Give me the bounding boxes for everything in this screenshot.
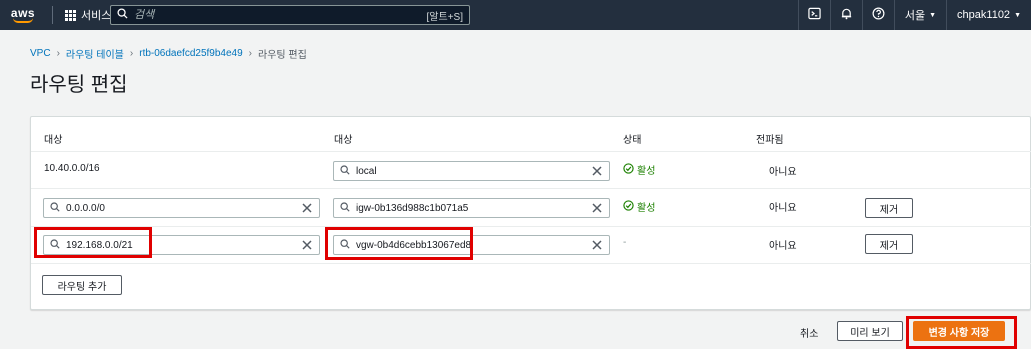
breadcrumb-current: 라우팅 편집 [258, 50, 307, 61]
nav-right-group: 서울 ▼ chpak1102 ▼ [797, 0, 1031, 30]
check-circle-icon [623, 199, 634, 214]
preview-button[interactable]: 미리 보기 [837, 321, 903, 341]
services-menu-button[interactable]: 서비스 [59, 7, 117, 23]
routes-panel: 대상 대상 상태 전파됨 10.40.0.0/16 local 활성 아니요 0… [30, 116, 1031, 310]
search-icon [340, 164, 350, 178]
region-label: 서울 [904, 10, 926, 22]
target-value: local [356, 165, 377, 177]
save-changes-button[interactable]: 변경 사항 저장 [913, 321, 1005, 341]
status-text: 활성 [637, 203, 656, 214]
clear-icon[interactable] [591, 165, 603, 177]
status-text: 활성 [637, 166, 656, 177]
aws-logo[interactable]: aws [0, 0, 46, 30]
search-shortcut-hint: [알트+S] [426, 11, 463, 23]
clear-icon[interactable] [591, 202, 603, 214]
propagated-text: 아니요 [769, 203, 797, 214]
search-icon [340, 201, 350, 215]
aws-smile-icon [13, 18, 33, 23]
terminal-icon [808, 7, 821, 23]
header-propagated: 전파됨 [756, 135, 784, 146]
destination-value: 0.0.0.0/0 [66, 202, 105, 214]
breadcrumb-link-vpc[interactable]: VPC [30, 48, 51, 59]
propagated-text: 아니요 [769, 167, 797, 178]
remove-route-button[interactable]: 제거 [865, 198, 913, 218]
search-bar[interactable]: [알트+S] [110, 5, 470, 25]
status-text: - [623, 237, 627, 248]
header-status: 상태 [623, 135, 642, 146]
destination-input[interactable]: 0.0.0.0/0 [43, 198, 320, 218]
chevron-right-icon: › [56, 48, 60, 59]
add-route-button[interactable]: 라우팅 추가 [42, 275, 122, 295]
remove-route-button[interactable]: 제거 [865, 234, 913, 254]
clear-icon[interactable] [301, 202, 313, 214]
status-active: 활성 [623, 199, 655, 214]
grid-icon [65, 9, 76, 21]
target-input[interactable]: igw-0b136d988c1b071a5 [333, 198, 610, 218]
cancel-button[interactable]: 취소 [800, 325, 818, 340]
help-button[interactable] [861, 0, 894, 30]
page-title: 라우팅 편집 [30, 74, 128, 96]
cloudshell-button[interactable] [797, 0, 830, 30]
breadcrumb-link-route-tables[interactable]: 라우팅 테이블 [66, 46, 124, 61]
target-input[interactable]: local [333, 161, 610, 181]
clear-icon[interactable] [301, 239, 313, 251]
notifications-button[interactable] [829, 0, 862, 30]
header-target: 대상 [334, 135, 353, 146]
breadcrumb-link-route-table-id[interactable]: rtb-06daefcd25f9b4e49 [139, 48, 242, 59]
row-divider [31, 263, 1031, 264]
search-input[interactable] [134, 9, 427, 21]
breadcrumb: VPC › 라우팅 테이블 › rtb-06daefcd25f9b4e49 › … [30, 46, 307, 61]
search-icon [50, 201, 60, 215]
help-icon [872, 7, 885, 23]
row-divider [31, 188, 1031, 189]
propagated-text: 아니요 [769, 241, 797, 252]
region-selector[interactable]: 서울 ▼ [893, 0, 946, 30]
top-navigation: aws 서비스 [알트+S] 서울 [0, 0, 1031, 30]
highlight-destination [34, 227, 152, 258]
route-destination-text: 10.40.0.0/16 [44, 163, 100, 174]
clear-icon[interactable] [591, 239, 603, 251]
caret-down-icon: ▼ [929, 11, 937, 19]
caret-down-icon: ▼ [1014, 11, 1021, 19]
bell-icon [840, 7, 853, 23]
header-destination: 대상 [44, 135, 63, 146]
status-active: 활성 [623, 162, 655, 177]
target-value: igw-0b136d988c1b071a5 [356, 202, 469, 214]
chevron-right-icon: › [129, 48, 134, 59]
search-icon [117, 8, 128, 22]
highlight-target [325, 227, 473, 260]
services-label: 서비스 [81, 10, 112, 22]
row-divider [31, 226, 1031, 227]
chevron-right-icon: › [248, 48, 252, 59]
nav-divider [52, 6, 53, 24]
account-label: chpak1102 [957, 9, 1011, 21]
account-menu[interactable]: chpak1102 ▼ [946, 0, 1031, 30]
header-divider [31, 151, 1031, 152]
check-circle-icon [623, 162, 634, 177]
